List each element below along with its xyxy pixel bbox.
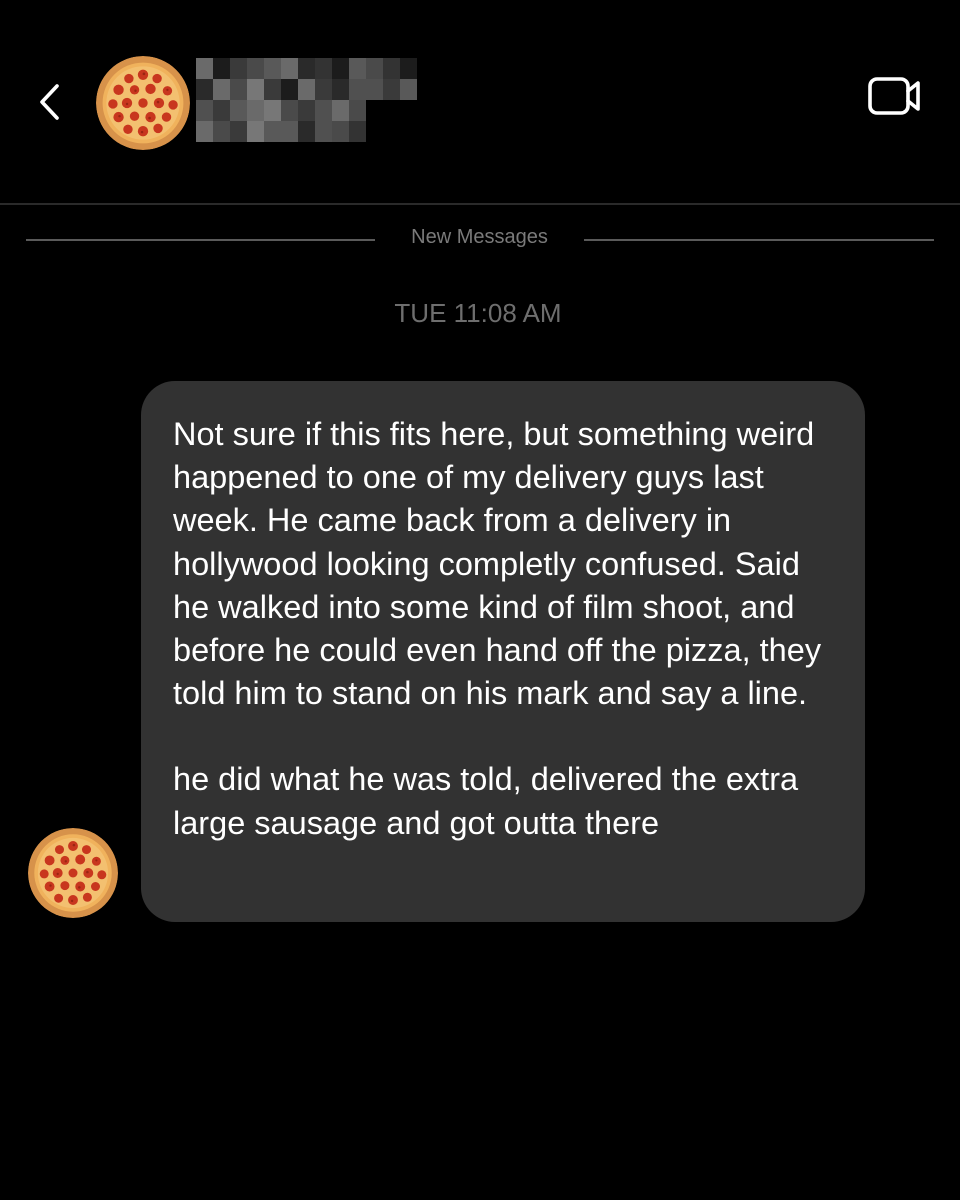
redaction-pixel: [315, 79, 332, 100]
redaction-pixel: [213, 121, 230, 142]
redaction-pixel: [366, 58, 383, 79]
redaction-pixel: [213, 100, 230, 121]
sender-avatar[interactable]: [28, 828, 118, 918]
redaction-pixel: [247, 100, 264, 121]
chevron-left-icon: [40, 84, 59, 120]
redaction-pixel: [315, 100, 332, 121]
redaction-pixel: [315, 121, 332, 142]
redaction-pixel: [213, 58, 230, 79]
back-button[interactable]: [30, 82, 70, 122]
chat-header: [0, 0, 960, 204]
redaction-pixel: [230, 121, 247, 142]
redaction-pixel: [332, 121, 349, 142]
redaction-pixel: [281, 79, 298, 100]
redaction-pixel: [230, 58, 247, 79]
redaction-pixel: [366, 79, 383, 100]
divider-line-right: [584, 239, 934, 241]
redaction-pixel: [349, 100, 366, 121]
redaction-pixel: [332, 79, 349, 100]
redaction-pixel: [383, 79, 400, 100]
message-timestamp: TUE 11:08 AM: [394, 298, 562, 328]
redaction-pixel: [196, 100, 213, 121]
pizza-icon: [96, 56, 190, 150]
redaction-pixel: [298, 58, 315, 79]
redaction-pixel: [281, 121, 298, 142]
message-text-paragraph: Not sure if this fits here, but somethin…: [173, 416, 822, 712]
redaction-pixel: [349, 79, 366, 100]
redaction-pixel: [247, 121, 264, 142]
redaction-pixel: [264, 100, 281, 121]
redaction-pixel: [400, 58, 417, 79]
redaction-pixel: [196, 79, 213, 100]
redaction-pixel: [349, 121, 366, 142]
pizza-icon: [28, 828, 118, 918]
redaction-pixel: [400, 79, 417, 100]
redaction-pixel: [264, 58, 281, 79]
redaction-pixel: [247, 58, 264, 79]
redaction-pixel: [298, 79, 315, 100]
redaction-pixel: [230, 79, 247, 100]
redaction-pixel: [298, 121, 315, 142]
new-messages-label: New Messages: [411, 226, 548, 248]
redaction-pixel: [230, 100, 247, 121]
redaction-pixel: [315, 58, 332, 79]
redaction-pixel: [332, 58, 349, 79]
header-divider: [0, 203, 960, 205]
message-bubble[interactable]: Not sure if this fits here, but somethin…: [141, 381, 865, 922]
redaction-pixel: [281, 58, 298, 79]
redaction-pixel: [281, 100, 298, 121]
redaction-pixel: [264, 121, 281, 142]
message-text-paragraph: he did what he was told, delivered the e…: [173, 761, 799, 841]
video-camera-icon: [868, 77, 920, 115]
contact-avatar[interactable]: [96, 56, 190, 150]
contact-name-redacted[interactable]: [196, 58, 420, 144]
redaction-pixel: [298, 100, 315, 121]
divider-line-left: [26, 239, 375, 241]
redaction-pixel: [332, 100, 349, 121]
redaction-pixel: [383, 58, 400, 79]
new-messages-divider: New Messages: [26, 222, 934, 256]
redaction-pixel: [349, 58, 366, 79]
redaction-pixel: [247, 79, 264, 100]
redaction-pixel: [213, 79, 230, 100]
redaction-pixel: [196, 121, 213, 142]
video-call-button[interactable]: [864, 74, 924, 120]
redaction-pixel: [264, 79, 281, 100]
redaction-pixel: [196, 58, 213, 79]
